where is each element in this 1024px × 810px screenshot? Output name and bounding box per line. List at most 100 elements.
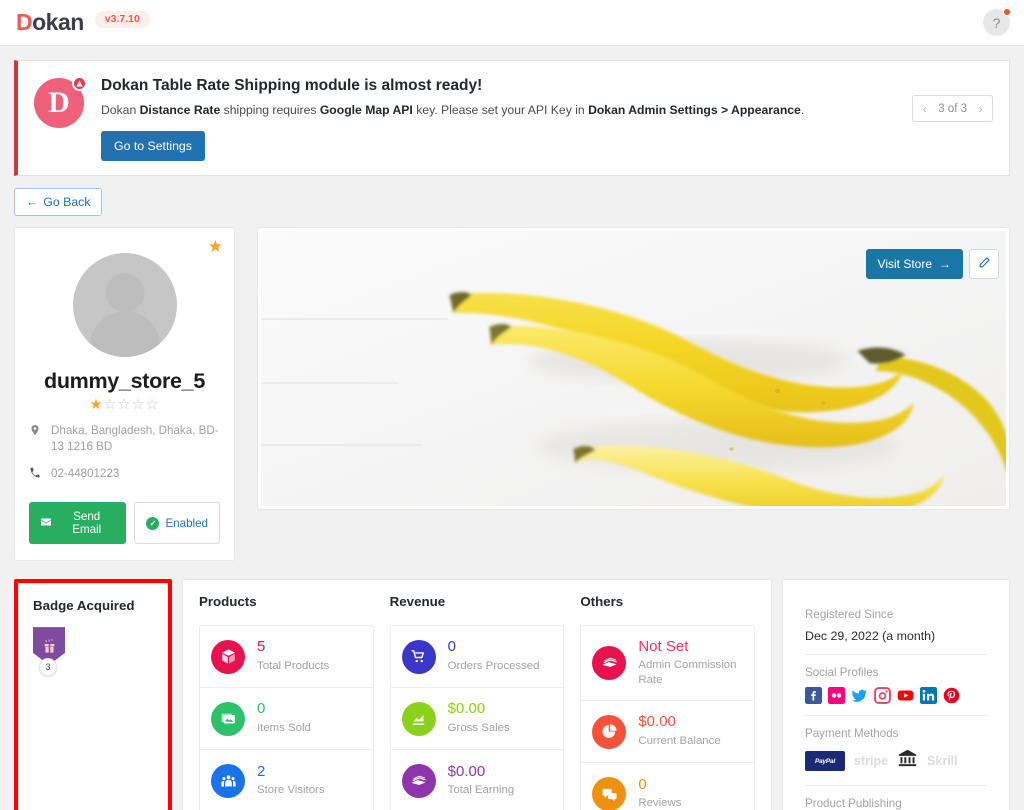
star-empty-4: ☆	[131, 396, 146, 413]
send-email-label: Send Email	[72, 510, 102, 537]
badge-acquired-panel: Badge Acquired 3	[18, 583, 168, 810]
visit-store-button[interactable]: Visit Store →	[865, 248, 963, 279]
store-rating: ★☆☆☆☆	[29, 397, 220, 413]
notice-next-icon[interactable]: ›	[969, 102, 992, 116]
featured-star-icon[interactable]: ★	[208, 237, 223, 257]
star-empty-3: ☆	[117, 396, 132, 413]
badge-count: 3	[39, 658, 57, 677]
stat-text: 0 Orders Processed	[448, 639, 540, 673]
go-back-label: Go Back	[43, 194, 91, 209]
edit-store-button[interactable]	[969, 248, 999, 279]
notice-prev-icon[interactable]: ‹	[913, 102, 936, 116]
money-icon	[592, 646, 627, 681]
page-content: D Dokan Table Rate Shipping module is al…	[0, 46, 1024, 810]
badge-highlight-box: Badge Acquired 3	[14, 579, 172, 810]
payment-methods-label: Payment Methods	[805, 727, 899, 741]
users-icon	[211, 764, 245, 799]
stat-label: Orders Processed	[447, 659, 540, 672]
pencil-edit-icon	[978, 256, 991, 272]
help-notification-dot	[1003, 8, 1011, 16]
pinterest-icon[interactable]	[943, 687, 960, 704]
product-publishing-block: Product Publishing Direct	[805, 785, 987, 810]
bank-transfer-icon	[897, 748, 918, 774]
stat-value: $0.00	[447, 700, 486, 718]
star-filled-1: ★	[89, 396, 104, 413]
store-name: dummy_store_5	[43, 368, 205, 393]
notice-description: Dokan Distance Rate shipping requires Go…	[101, 103, 805, 117]
notice-pager: ‹ 3 of 3 ›	[912, 95, 993, 122]
product-publishing-label: Product Publishing	[805, 797, 902, 810]
twitter-icon[interactable]	[851, 687, 868, 704]
stats-list-others: Not Set Admin Commission Rate $0.00 Curr…	[580, 625, 756, 810]
phone-icon	[29, 467, 42, 485]
statistics-panel: Products 5 Total Products 0 Items Sold 2…	[182, 579, 772, 810]
stripe-icon: stripe	[854, 754, 889, 769]
stat-value: $0.00	[638, 713, 676, 731]
arrow-right-icon: →	[939, 256, 951, 271]
stat-text: $0.00 Total Earning	[447, 762, 515, 798]
stat-row: $0.00 Total Earning	[391, 750, 564, 810]
stat-label: Gross Sales	[447, 721, 510, 734]
registered-since-value: Dec 29, 2022 (a month)	[805, 629, 936, 644]
stat-text: $0.00 Gross Sales	[448, 701, 510, 735]
images-icon	[211, 701, 245, 736]
stat-label: Reviews	[638, 797, 682, 810]
store-status-toggle[interactable]: ✓ Enabled	[134, 502, 220, 545]
go-to-settings-button[interactable]: Go to Settings	[101, 130, 205, 161]
store-stats-row: Badge Acquired 3 Products 5 Total Produc…	[14, 579, 1010, 810]
store-status-label: Enabled	[165, 516, 208, 530]
stat-text: 5 Total Products	[257, 639, 329, 673]
stat-row: 2 Store Visitors	[200, 750, 373, 810]
stat-label: Items Sold	[257, 721, 311, 734]
badge-item[interactable]: 3	[33, 627, 73, 677]
stat-row: $0.00 Current Balance	[581, 701, 755, 764]
stat-row: 0 Orders Processed	[390, 626, 564, 689]
help-button[interactable]: ?	[983, 8, 1011, 36]
facebook-icon[interactable]	[805, 687, 822, 705]
dokan-circle-logo: D	[34, 76, 87, 128]
stats-column-products: Products 5 Total Products 0 Items Sold 2…	[199, 594, 374, 810]
go-back-button[interactable]: ← Go Back	[14, 187, 103, 216]
logo-text-rest: okan	[32, 9, 84, 35]
payment-methods-block: Payment Methods PayPal stripe Skrill	[805, 715, 987, 785]
stat-row: 0 Reviews	[581, 763, 754, 810]
send-email-button[interactable]: Send Email	[29, 502, 127, 545]
store-phone: 02-44801223	[51, 467, 120, 481]
stats-column-revenue: Revenue 0 Orders Processed $0.00 Gross S…	[389, 594, 565, 810]
store-info-panel: Registered Since Dec 29, 2022 (a month) …	[782, 579, 1010, 810]
stat-row: $0.00 Gross Sales	[390, 688, 564, 751]
stat-label: Store Visitors	[257, 784, 325, 797]
stat-label: Admin Commission Rate	[638, 659, 737, 686]
stats-column-others: Others Not Set Admin Commission Rate $0.…	[580, 594, 756, 810]
notice-banner: D Dokan Table Rate Shipping module is al…	[14, 60, 1010, 176]
youtube-icon[interactable]	[897, 687, 914, 704]
stat-text: 0 Reviews	[638, 776, 682, 810]
instagram-icon[interactable]	[874, 687, 891, 704]
linkedin-icon[interactable]	[920, 687, 937, 705]
money-icon	[401, 764, 436, 799]
store-address: Dhaka, Bangladesh, Dhaka, BD-13 1216 BD	[51, 423, 219, 454]
social-profiles-block: Social Profiles	[805, 654, 987, 715]
visit-store-label: Visit Store	[877, 256, 932, 271]
box-icon	[211, 639, 245, 674]
star-empty-5: ☆	[145, 396, 160, 413]
notice-body: Dokan Table Rate Shipping module is almo…	[101, 76, 804, 161]
stat-label: Total Earning	[447, 784, 515, 797]
stat-label: Current Balance	[638, 734, 721, 747]
logo-letter-d: D	[16, 9, 33, 35]
stat-value: $0.00	[447, 762, 486, 780]
stat-text: 0 Items Sold	[257, 701, 311, 735]
stat-value: 5	[257, 638, 266, 656]
notice-title: Dokan Table Rate Shipping module is almo…	[101, 77, 483, 94]
version-badge: v3.7.10	[94, 10, 150, 29]
social-profiles-label: Social Profiles	[805, 666, 879, 680]
notice-logo-letter: D	[48, 86, 70, 119]
chart-up-icon	[401, 701, 436, 736]
stat-value: Not Set	[638, 637, 689, 655]
dokan-logo: Dokan	[16, 9, 84, 36]
banner-actions: Visit Store →	[865, 248, 999, 279]
store-phone-row: 02-44801223	[29, 466, 220, 485]
stat-row: 0 Items Sold	[200, 688, 373, 751]
pie-chart-icon	[592, 714, 627, 749]
flickr-icon[interactable]	[828, 687, 845, 705]
